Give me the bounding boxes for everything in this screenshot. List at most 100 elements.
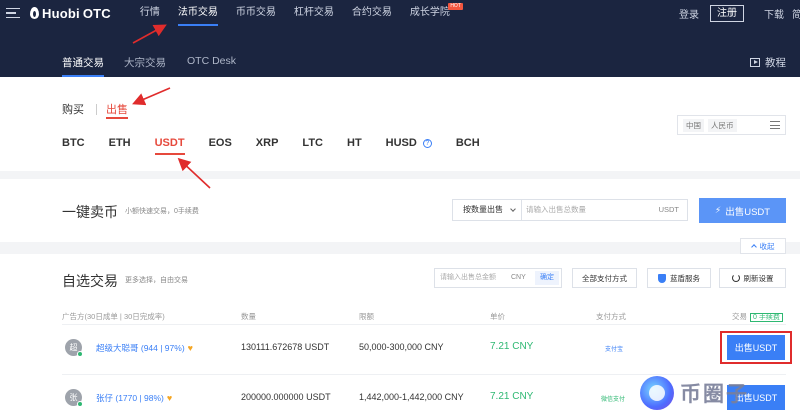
refresh-settings-button[interactable]: 刷新设置	[719, 268, 786, 288]
chevron-up-icon	[750, 244, 757, 250]
logo-suffix: OTC	[82, 5, 111, 21]
nav-market[interactable]: 行情	[131, 0, 169, 26]
confirm-button[interactable]: 确定	[535, 271, 559, 285]
refresh-icon	[731, 274, 740, 282]
region-chip: 中国	[683, 118, 704, 132]
currency-chip: 人民币	[708, 118, 737, 132]
refresh-settings-label: 刷新设置	[743, 273, 774, 283]
register-button[interactable]: 注册	[710, 4, 744, 22]
hot-badge: HOT	[448, 3, 463, 10]
avatar-initial: 张	[69, 393, 78, 402]
price-cell: 7.21 CNY	[490, 341, 534, 352]
header-price: 单价	[490, 312, 505, 321]
coin-tab-ltc[interactable]: LTC	[302, 137, 323, 149]
huobi-otc-logo[interactable]: Huobi OTC	[30, 6, 111, 21]
heart-icon: ♥	[187, 343, 193, 353]
shield-icon	[658, 273, 666, 283]
coin-tab-eos[interactable]: EOS	[209, 137, 232, 149]
avatar-initial: 超	[69, 343, 78, 352]
advertiser-link[interactable]: 张仔 (1770 | 98%) ♥	[96, 392, 172, 404]
online-status-icon	[77, 401, 83, 407]
download-link[interactable]: 下载	[764, 6, 784, 21]
filter-panel: 购买 出售 BTC ETH USDT EOS XRP LTC HT HUSD? …	[0, 77, 800, 171]
coin-tab-usdt[interactable]: USDT	[154, 137, 185, 155]
region-currency-selector[interactable]: 中国 人民币	[677, 115, 786, 135]
alipay-badge: 支付宝	[605, 347, 624, 353]
advertiser-name: 超级大聪哥 (944 | 97%)	[96, 343, 185, 353]
online-status-icon	[77, 351, 83, 357]
coin-tabs: BTC ETH USDT EOS XRP LTC HT HUSD? BCH	[62, 137, 504, 155]
premium-service-button[interactable]: 蓝盾服务	[647, 268, 711, 288]
huobi-flame-icon	[30, 7, 39, 19]
avatar[interactable]: 张	[65, 389, 83, 407]
chevron-down-icon	[510, 206, 516, 212]
login-link[interactable]: 登录	[679, 6, 699, 21]
nav-margin-trade[interactable]: 杠杆交易	[285, 0, 343, 26]
header-trade: 交易 0 手续费	[732, 311, 783, 322]
limit-cell: 1,442,000-1,442,000 CNY	[359, 392, 464, 402]
tutorial-label: 教程	[765, 57, 786, 69]
logo-text: Huobi	[42, 5, 80, 21]
filter-icon	[770, 121, 780, 129]
tab-normal-trade[interactable]: 普通交易	[62, 55, 104, 77]
limit-cell: 50,000-300,000 CNY	[359, 342, 444, 352]
avatar[interactable]: 超	[65, 339, 83, 357]
quick-sell-button-label: 出售USDT	[725, 206, 771, 218]
collapse-button[interactable]: 收起	[740, 238, 786, 254]
info-icon[interactable]: ?	[422, 138, 432, 148]
watermark-logo-icon	[640, 376, 674, 410]
watermark: 币圈子	[640, 376, 749, 410]
play-icon	[750, 58, 760, 67]
sub-navbar: 普通交易 大宗交易 OTC Desk 教程	[0, 26, 800, 77]
coin-tab-ht[interactable]: HT	[347, 137, 362, 149]
sell-quantity-placeholder: 请输入出售总数量	[526, 205, 586, 214]
nav-academy[interactable]: 成长学院 HOT	[401, 0, 463, 26]
header-payment: 支付方式	[596, 312, 626, 321]
header-limit: 限额	[359, 312, 374, 321]
collapse-label: 收起	[759, 241, 775, 251]
nav-contract-trade[interactable]: 合约交易	[343, 0, 401, 26]
market-title: 自选交易	[62, 273, 118, 289]
menu-icon[interactable]	[6, 7, 20, 19]
sell-quantity-input[interactable]: 请输入出售总数量 USDT	[521, 199, 688, 221]
sell-amount-placeholder: 请输入出售总金额	[440, 274, 496, 281]
tab-block-trade[interactable]: 大宗交易	[124, 55, 166, 70]
sell-amount-unit: CNY	[511, 274, 526, 281]
payment-method-filter[interactable]: 全部支付方式	[572, 268, 637, 288]
buy-tab[interactable]: 购买	[62, 101, 84, 117]
premium-service-label: 蓝盾服务	[670, 273, 700, 283]
coin-tab-husd[interactable]: HUSD?	[386, 137, 432, 149]
coin-husd-label: HUSD	[385, 137, 417, 149]
table-row: 超 超级大聪哥 (944 | 97%) ♥ 130111.672678 USDT …	[0, 325, 800, 375]
zero-fee-badge: 0 手续费	[750, 313, 783, 322]
language-link[interactable]: 简	[792, 6, 800, 21]
sell-amount-input[interactable]: 请输入出售总金额 CNY 确定	[434, 268, 562, 288]
heart-icon: ♥	[166, 393, 173, 403]
coin-tab-btc[interactable]: BTC	[62, 137, 85, 149]
sell-mode-value: 按数量出售	[463, 205, 503, 214]
top-navbar: Huobi OTC 行情 法币交易 币币交易 杠杆交易 合约交易 成长学院 HO…	[0, 0, 800, 26]
sell-tab[interactable]: 出售	[106, 101, 128, 119]
header-advertiser: 广告方(30日成单 | 30日完成率)	[62, 312, 165, 321]
sell-quantity-unit: USDT	[658, 205, 679, 214]
advertiser-link[interactable]: 超级大聪哥 (944 | 97%) ♥	[96, 342, 193, 354]
quick-sell-panel: 一键卖币 小额快速交易，0手续费 按数量出售 请输入出售总数量 USDT ⚡ 出…	[0, 179, 800, 242]
nav-spot-trade[interactable]: 币币交易	[227, 0, 285, 26]
nav-academy-label: 成长学院	[409, 7, 450, 18]
header-quantity: 数量	[241, 312, 256, 321]
wechat-pay-badge: 微信支付	[601, 397, 626, 403]
nav-fiat-trade[interactable]: 法币交易	[169, 0, 227, 26]
quick-sell-title: 一键卖币	[62, 204, 118, 220]
coin-tab-bch[interactable]: BCH	[456, 137, 480, 149]
tutorial-link[interactable]: 教程	[750, 55, 786, 70]
quantity-cell: 200000.000000 USDT	[241, 392, 331, 402]
quantity-cell: 130111.672678 USDT	[241, 342, 330, 352]
sell-mode-select[interactable]: 按数量出售	[452, 199, 522, 221]
coin-tab-eth[interactable]: ETH	[109, 137, 131, 149]
sell-usdt-button[interactable]: 出售USDT	[727, 335, 785, 360]
quick-sell-button[interactable]: ⚡ 出售USDT	[699, 198, 786, 223]
watermark-text: 币圈子	[680, 383, 749, 406]
coin-tab-xrp[interactable]: XRP	[256, 137, 279, 149]
tab-otc-desk[interactable]: OTC Desk	[187, 55, 236, 67]
price-cell: 7.21 CNY	[490, 391, 534, 402]
